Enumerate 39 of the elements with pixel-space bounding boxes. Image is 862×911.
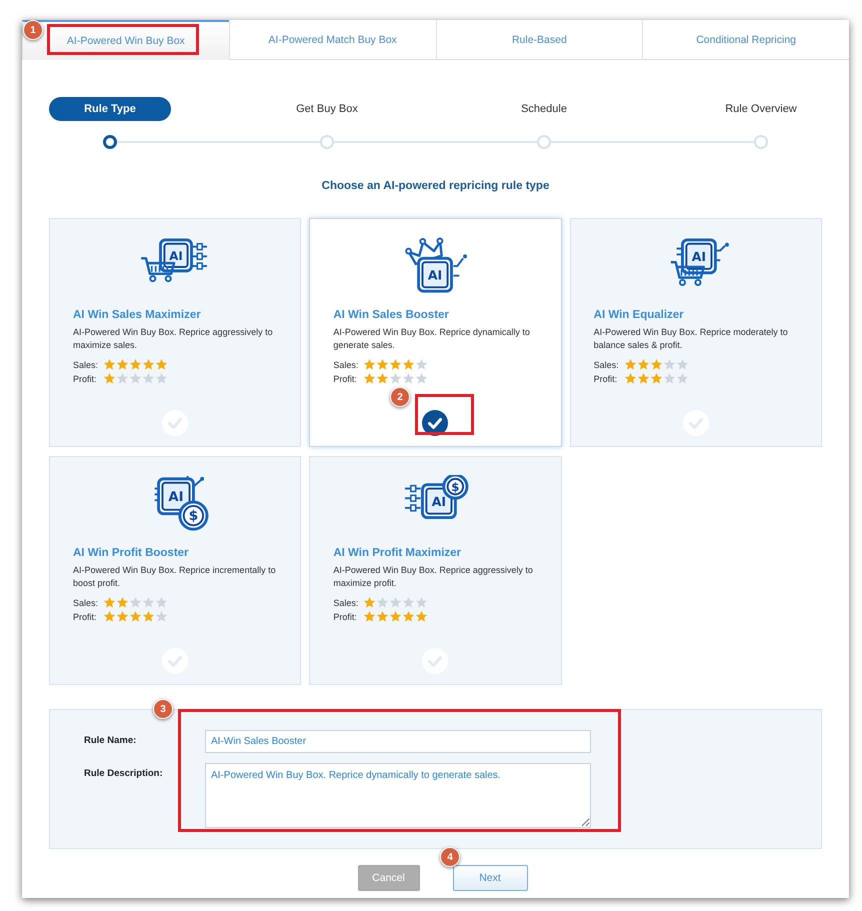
rule-type-card[interactable]: AI AI Win Sales Maximizer AI-Powered Win Buy Box. Reprice aggressively to maximize sales. Sales: Profit:: [49, 218, 302, 447]
field-label: Rule Name:: [84, 734, 138, 748]
step-label[interactable]: Schedule: [517, 97, 571, 121]
rule-type-card[interactable]: AI $ AI Win Profit Booster AI-Powered Win Buy Box. Reprice incrementally to boost profit. Sales: Profit:: [49, 456, 302, 685]
rating-label: Sales:: [333, 360, 360, 370]
rule-description-field[interactable]: AI-Powered Win Buy Box. Reprice dynamically to generate sales.: [205, 763, 591, 828]
card-description: AI-Powered Win Buy Box. Reprice incrementally to boost profit.: [73, 564, 277, 590]
step-marker: [103, 135, 117, 149]
check-icon[interactable]: [682, 410, 709, 436]
rating-label: Profit:: [333, 612, 358, 622]
card-title: AI Win Profit Maximizer: [333, 547, 462, 559]
field-label: Rule Description:: [84, 767, 164, 781]
check-icon[interactable]: [162, 410, 188, 436]
step-label[interactable]: Rule Overview: [721, 97, 801, 121]
rating-label: Profit:: [594, 374, 618, 384]
card-description: AI-Powered Win Buy Box. Reprice aggressively to maximize profit.: [333, 564, 534, 590]
rating-label: Sales:: [73, 360, 100, 370]
rating-label: Profit:: [333, 374, 358, 384]
card-title: AI Win Profit Booster: [73, 547, 189, 559]
step-label[interactable]: Rule Type: [49, 97, 171, 121]
check-icon[interactable]: [162, 648, 188, 674]
card-description: AI-Powered Win Buy Box. Reprice moderately to balance sales & profit.: [594, 326, 789, 352]
rule-type-card[interactable]: AI AI Win Equalizer AI-Powered Win Buy Box. Reprice moderately to balance sales & profit. Sales: Profit:: [570, 218, 822, 447]
check-icon[interactable]: [422, 648, 448, 674]
rating-label: Profit:: [73, 374, 98, 384]
rule-name-field[interactable]: AI-Win Sales Booster: [205, 730, 591, 753]
card-title: AI Win Sales Booster: [333, 309, 449, 321]
rating-label: Sales:: [333, 598, 360, 608]
card-description: AI-Powered Win Buy Box. Reprice dynamically to generate sales.: [333, 326, 531, 352]
rating-label: Profit:: [73, 612, 98, 622]
rating-label: Sales:: [73, 598, 100, 608]
card-title: AI Win Equalizer: [594, 309, 684, 321]
rating-label: Sales:: [594, 360, 620, 370]
card-title: AI Win Sales Maximizer: [73, 309, 201, 321]
card-description: AI-Powered Win Buy Box. Reprice aggressively to maximize sales.: [73, 326, 274, 352]
rule-type-card[interactable]: AI $ AI Win Profit Maximizer AI-Powered Win Buy Box. Reprice aggressively to maximize profit. Sales: Profit:: [309, 456, 562, 685]
check-icon[interactable]: [422, 410, 448, 436]
section-heading: Choose an AI-powered repricing rule type: [322, 180, 550, 192]
step-label[interactable]: Get Buy Box: [292, 97, 362, 121]
